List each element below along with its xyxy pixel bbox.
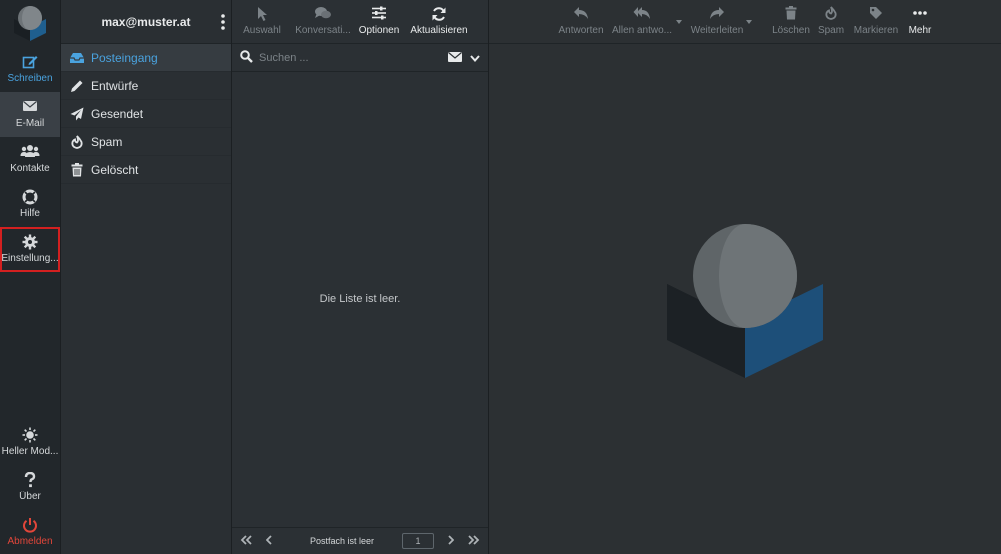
chevron-down-icon[interactable] (470, 51, 480, 65)
forward-button[interactable]: Weiterleiten (689, 0, 745, 36)
logout-label: Abmelden (7, 536, 53, 547)
account-email: max@muster.at (101, 14, 191, 29)
envelope-filter-icon[interactable] (448, 51, 462, 65)
refresh-label: Aktualisieren (410, 25, 468, 36)
reply-all-icon (611, 6, 673, 22)
users-icon (0, 144, 60, 160)
light-mode-toggle[interactable]: Heller Mod... (0, 420, 60, 465)
delete-button[interactable]: Löschen (770, 0, 812, 36)
delete-label: Löschen (772, 25, 810, 36)
fire-icon (69, 134, 85, 149)
refresh-button[interactable]: Aktualisieren (404, 0, 474, 43)
forward-dropdown-caret[interactable] (746, 20, 752, 24)
light-mode-label: Heller Mod... (1, 446, 59, 457)
empty-view-logo (667, 224, 823, 378)
folder-sent[interactable]: Gesendet (61, 100, 231, 128)
ellipsis-icon (903, 6, 937, 22)
mark-button[interactable]: Markieren (851, 0, 901, 36)
reply-all-label: Allen antwo... (611, 25, 673, 36)
trash-icon (770, 6, 812, 22)
nav-contacts[interactable]: Kontakte (0, 137, 60, 182)
reply-all-button[interactable]: Allen antwo... (611, 0, 673, 36)
logout-button[interactable]: Abmelden (0, 510, 60, 554)
paper-plane-icon (69, 107, 85, 121)
page-number-input[interactable]: 1 (402, 533, 435, 549)
forward-label: Weiterleiten (690, 25, 744, 36)
reply-button[interactable]: Antworten (555, 0, 607, 36)
question-icon (0, 472, 60, 488)
pencil-icon (69, 79, 85, 93)
fire-icon (815, 6, 847, 22)
sun-icon (0, 427, 60, 443)
message-list-pane: Auswahl Konversati... Optionen Aktualisi… (232, 0, 489, 554)
search-icon (240, 49, 253, 66)
message-view-pane: Antworten Allen antwo... Weiterleiten Lö… (489, 0, 1001, 554)
tag-icon (851, 6, 901, 22)
reply-label: Antworten (558, 25, 604, 36)
options-label: Optionen (358, 25, 400, 36)
spam-button[interactable]: Spam (815, 0, 847, 36)
pagination: Postfach ist leer 1 (232, 527, 488, 554)
last-page-icon[interactable] (468, 535, 480, 547)
refresh-icon (404, 6, 474, 22)
sliders-icon (354, 6, 404, 22)
gear-icon (0, 234, 60, 250)
settings-label: Einstellung... (1, 253, 59, 264)
mail-label: E-Mail (15, 118, 45, 129)
about-label: Über (19, 491, 41, 502)
folder-inbox[interactable]: Posteingang (61, 44, 231, 72)
folder-label: Entwürfe (91, 78, 139, 93)
life-ring-icon (0, 189, 60, 205)
reply-icon (555, 6, 607, 22)
compose-button[interactable]: Schreiben (0, 47, 60, 92)
about-button[interactable]: Über (0, 465, 60, 510)
edit-icon (0, 54, 60, 70)
nav-help[interactable]: Hilfe (0, 182, 60, 227)
inbox-icon (69, 51, 85, 65)
share-icon (689, 6, 745, 22)
threads-label: Konversati... (295, 25, 351, 36)
options-button[interactable]: Optionen (354, 0, 404, 43)
cursor-icon (232, 6, 292, 22)
help-label: Hilfe (19, 208, 40, 219)
folder-spam[interactable]: Spam (61, 128, 231, 156)
folder-label: Spam (91, 134, 123, 149)
comments-icon (292, 6, 354, 22)
folder-drafts[interactable]: Entwürfe (61, 72, 231, 100)
compose-label: Schreiben (7, 73, 53, 84)
threads-button[interactable]: Konversati... (292, 0, 354, 43)
folder-pane: max@muster.at Posteingang Entwürfe Gesen… (61, 0, 232, 554)
folder-label: Gesendet (91, 106, 144, 121)
select-button[interactable]: Auswahl (232, 0, 292, 43)
more-label: Mehr (908, 25, 932, 36)
account-header: max@muster.at (61, 0, 231, 44)
mailbox-status: Postfach ist leer (310, 536, 375, 546)
account-menu-icon[interactable] (221, 14, 225, 33)
reply-all-dropdown-caret[interactable] (676, 20, 682, 24)
empty-list-message: Die Liste ist leer. (319, 293, 401, 305)
folder-label: Posteingang (91, 50, 158, 65)
search-bar: Suchen ... (232, 44, 488, 72)
message-toolbar: Antworten Allen antwo... Weiterleiten Lö… (489, 0, 1001, 44)
contacts-label: Kontakte (10, 163, 50, 174)
logo (14, 6, 46, 41)
nav-mail[interactable]: E-Mail (0, 92, 60, 137)
select-label: Auswahl (243, 25, 281, 36)
trash-icon (69, 162, 85, 177)
more-button[interactable]: Mehr (903, 0, 937, 36)
envelope-icon (0, 99, 60, 115)
folder-trash[interactable]: Gelöscht (61, 156, 231, 184)
list-toolbar: Auswahl Konversati... Optionen Aktualisi… (232, 0, 488, 44)
prev-page-icon[interactable] (265, 535, 272, 547)
mark-label: Markieren (853, 25, 899, 36)
nav-settings[interactable]: Einstellung... (0, 227, 60, 272)
first-page-icon[interactable] (240, 535, 252, 547)
search-input[interactable]: Suchen ... (259, 52, 448, 64)
folder-label: Gelöscht (91, 162, 139, 177)
power-icon (0, 517, 60, 533)
next-page-icon[interactable] (448, 535, 455, 547)
spam-label: Spam (817, 25, 845, 36)
main-navigation: Schreiben E-Mail Kontakte Hilfe Einstell… (0, 0, 61, 554)
